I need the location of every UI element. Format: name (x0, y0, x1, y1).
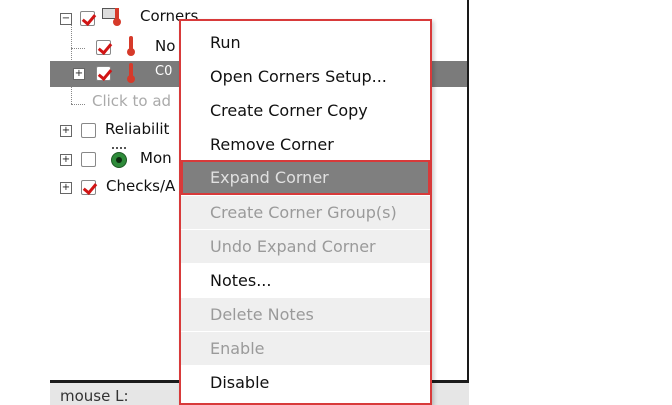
reliability-checkbox[interactable] (81, 123, 96, 138)
monte-carlo-checkbox[interactable] (81, 152, 96, 167)
menu-item-expand-corner[interactable]: Expand Corner (181, 160, 430, 195)
menu-item-notes[interactable]: Notes... (181, 264, 430, 297)
menu-item-enable: Enable (181, 332, 430, 365)
menu-item-create-corner-groups: Create Corner Group(s) (181, 196, 430, 229)
menu-item-disable[interactable]: Disable (181, 366, 430, 399)
expand-toggle[interactable]: + (60, 125, 72, 137)
tree-row-label: Reliabilit (105, 120, 170, 138)
expand-toggle[interactable]: + (60, 182, 72, 194)
tree-row-label: Mon (140, 149, 172, 167)
tree-row-label: C0 (155, 64, 173, 79)
thermometer-icon (127, 36, 135, 56)
menu-item-undo-expand-corner: Undo Expand Corner (181, 230, 430, 263)
expand-toggle[interactable]: + (60, 154, 72, 166)
tree-row-label: No (155, 37, 176, 55)
checks-asserts-checkbox[interactable] (81, 180, 96, 195)
context-menu: Run Open Corners Setup... Create Corner … (179, 19, 432, 405)
nominal-checkbox[interactable] (96, 40, 111, 55)
menu-item-create-corner-copy[interactable]: Create Corner Copy (181, 94, 430, 127)
menu-item-run[interactable]: Run (181, 26, 430, 59)
menu-item-delete-notes: Delete Notes (181, 298, 430, 331)
thermometer-icon (127, 63, 135, 83)
tree-row-label: Checks/A (106, 177, 176, 195)
status-text: mouse L: (60, 387, 129, 405)
corners-checkbox[interactable] (80, 11, 95, 26)
c0-checkbox[interactable] (96, 66, 111, 81)
click-to-add-hint: Click to ad (92, 92, 172, 110)
menu-item-open-corners-setup[interactable]: Open Corners Setup... (181, 60, 430, 93)
monitor-eye-icon (109, 147, 129, 168)
expand-toggle[interactable]: + (73, 68, 85, 80)
menu-item-remove-corner[interactable]: Remove Corner (181, 128, 430, 161)
collapse-toggle[interactable]: − (60, 13, 72, 25)
corners-icon (102, 6, 124, 26)
